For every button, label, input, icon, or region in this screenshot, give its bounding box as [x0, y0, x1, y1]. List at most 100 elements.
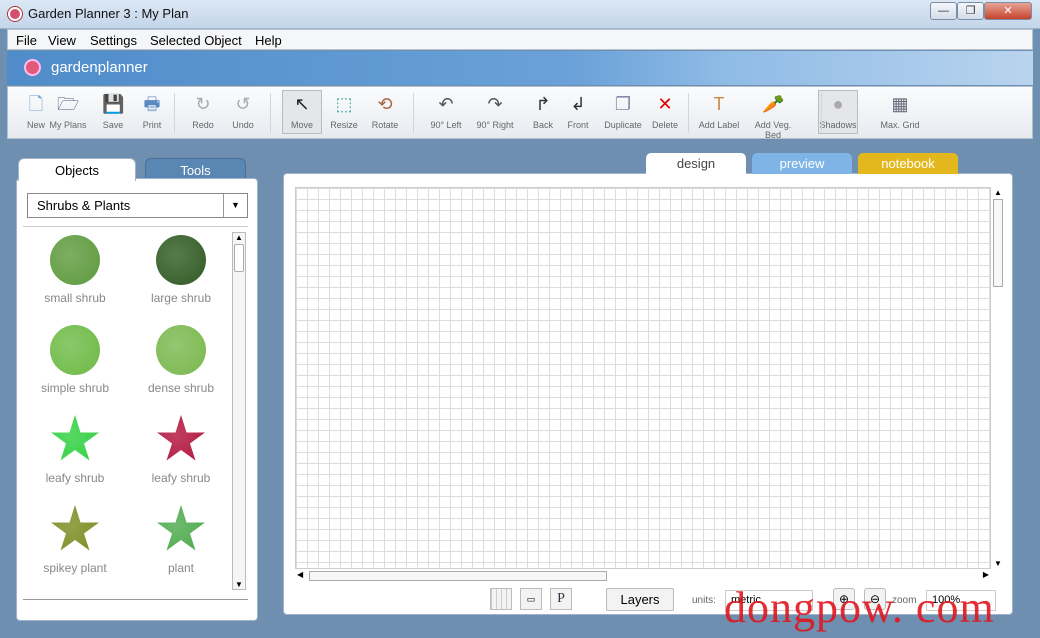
object-list: small shrub large shrub simple shrub dense … — [25, 229, 235, 589]
toolbar-back-button[interactable]: ↱ Back — [523, 91, 563, 130]
toolbar-redo-button[interactable]: ↻ Redo — [183, 91, 223, 130]
menu-file[interactable]: File — [16, 33, 37, 48]
toolbar-add-label-button[interactable]: T Add Label — [692, 91, 746, 130]
menu-help[interactable]: Help — [255, 33, 282, 48]
toolbar-label: Save — [102, 120, 124, 130]
toolbar-separator — [174, 93, 175, 133]
brand-logo: gardenplanner — [51, 59, 148, 76]
tab-objects[interactable]: Objects — [18, 158, 136, 181]
scroll-up-icon[interactable]: ▲ — [991, 188, 1005, 197]
plant-icon — [157, 415, 205, 461]
toolbar-my-plans-button[interactable]: 🗁 My Plans — [48, 91, 88, 130]
scroll-thumb[interactable] — [234, 244, 244, 272]
scroll-thumb[interactable] — [993, 199, 1003, 287]
category-value: Shrubs & Plants — [37, 198, 131, 213]
maximize-button[interactable]: ❐ — [957, 2, 984, 20]
toolbar-resize-button[interactable]: ⬚ Resize — [324, 91, 364, 130]
save-icon: 💾 — [102, 94, 125, 114]
scroll-up-icon[interactable]: ▲ — [233, 233, 245, 242]
rotate-right-icon: ↷ — [487, 94, 503, 114]
rotate-left-icon: ↶ — [438, 94, 454, 114]
object-item[interactable]: plant — [131, 499, 231, 589]
layers-button[interactable]: Layers — [606, 588, 674, 611]
toolbar-separator — [413, 93, 414, 133]
toolbar-90-left-button[interactable]: ↶ 90° Left — [426, 91, 466, 130]
toolbar-add-veg-bed-button[interactable]: 🥕 Add Veg. Bed — [746, 91, 800, 140]
toolbar-duplicate-button[interactable]: ❐ Duplicate — [596, 91, 650, 130]
toolbar-label: Undo — [232, 120, 254, 130]
toolbar-label: Front — [567, 120, 589, 130]
toolbar-separator — [821, 93, 822, 133]
object-item[interactable]: leafy shrub — [25, 409, 125, 499]
toolbar-move-button[interactable]: ↖ Move — [282, 90, 322, 134]
close-button[interactable]: ✕ — [984, 2, 1032, 20]
toolbar-max-grid-button[interactable]: ▦ Max. Grid — [873, 91, 927, 130]
tab-notebook[interactable]: notebook — [858, 153, 958, 174]
p-toggle-button[interactable]: P — [550, 588, 572, 610]
toolbar-undo-button[interactable]: ↺ Undo — [223, 91, 263, 130]
vertical-scrollbar[interactable]: ▲ ▼ — [991, 188, 1005, 568]
object-label: dense shrub — [147, 381, 215, 395]
toolbar-separator — [688, 93, 689, 133]
object-label: plant — [167, 561, 195, 575]
object-item[interactable]: leafy shrub — [131, 409, 231, 499]
toolbar-90-right-button[interactable]: ↷ 90° Right — [468, 91, 522, 130]
tab-preview[interactable]: preview — [752, 153, 852, 174]
object-item[interactable]: small shrub — [25, 229, 125, 319]
toolbar-label: Add Label — [698, 120, 740, 130]
object-label: small shrub — [44, 291, 106, 305]
toolbar-print-button[interactable]: 🖶 Print — [132, 91, 172, 130]
object-label: leafy shrub — [45, 471, 105, 485]
ruler-icon[interactable]: ▭ — [520, 588, 542, 610]
toolbar-delete-button[interactable]: ✕ Delete — [645, 91, 685, 130]
design-canvas-grid[interactable] — [295, 187, 991, 569]
object-item[interactable]: large shrub — [131, 229, 231, 319]
toolbar-label: Add Veg. Bed — [754, 120, 792, 140]
list-scrollbar[interactable]: ▲ ▼ — [232, 232, 246, 590]
redo-icon: ↻ — [195, 94, 211, 114]
toolbar-label: Delete — [651, 120, 678, 130]
plant-icon — [50, 235, 100, 285]
toolbar-rotate-button[interactable]: ⟲ Rotate — [365, 91, 405, 130]
cursor-icon: ↖ — [294, 94, 310, 114]
scroll-right-icon[interactable]: ▶ — [983, 570, 989, 579]
category-dropdown[interactable]: Shrubs & Plants ▼ — [27, 193, 248, 218]
object-item[interactable]: spikey plant — [25, 499, 125, 589]
toolbar-save-button[interactable]: 💾 Save — [93, 91, 133, 130]
toolbar-shadows-button[interactable]: ● Shadows — [818, 90, 858, 134]
resize-icon: ⬚ — [335, 94, 353, 114]
scroll-down-icon[interactable]: ▼ — [233, 580, 245, 589]
new-file-icon: 🗋 — [28, 94, 44, 114]
plant-icon — [157, 505, 205, 551]
toolbar-front-button[interactable]: ↲ Front — [558, 91, 598, 130]
menu-settings[interactable]: Settings — [90, 33, 137, 48]
rotate-icon: ⟲ — [377, 94, 393, 114]
send-back-icon: ↱ — [535, 94, 551, 114]
chevron-down-icon[interactable]: ▼ — [223, 194, 247, 217]
delete-icon: ✕ — [657, 94, 673, 114]
horizontal-scrollbar[interactable]: ◀ ▶ — [295, 569, 991, 583]
watermark: dongpow. com — [724, 583, 995, 632]
undo-icon: ↺ — [235, 94, 251, 114]
object-label: large shrub — [150, 291, 212, 305]
brand-banner: gardenplanner — [7, 51, 1033, 85]
plant-icon — [50, 325, 100, 375]
grid-icon: ▦ — [891, 94, 909, 114]
menu-view[interactable]: View — [48, 33, 76, 48]
tab-design[interactable]: design — [646, 153, 746, 174]
scroll-thumb[interactable] — [309, 571, 607, 581]
toolbar-label: Move — [290, 120, 313, 130]
minimize-button[interactable]: — — [930, 2, 957, 20]
scroll-down-icon[interactable]: ▼ — [991, 559, 1005, 568]
shadow-icon: ● — [832, 94, 844, 114]
veg-bed-icon: 🥕 — [762, 94, 785, 114]
plant-icon — [51, 415, 99, 461]
divider — [23, 226, 248, 227]
object-item[interactable]: simple shrub — [25, 319, 125, 409]
units-label: units: — [692, 595, 716, 606]
print-icon: 🖶 — [143, 94, 161, 114]
object-item[interactable]: dense shrub — [131, 319, 231, 409]
menu-selected-object[interactable]: Selected Object — [150, 33, 242, 48]
grid-toggle-icon[interactable] — [490, 588, 512, 610]
scroll-left-icon[interactable]: ◀ — [297, 570, 303, 579]
